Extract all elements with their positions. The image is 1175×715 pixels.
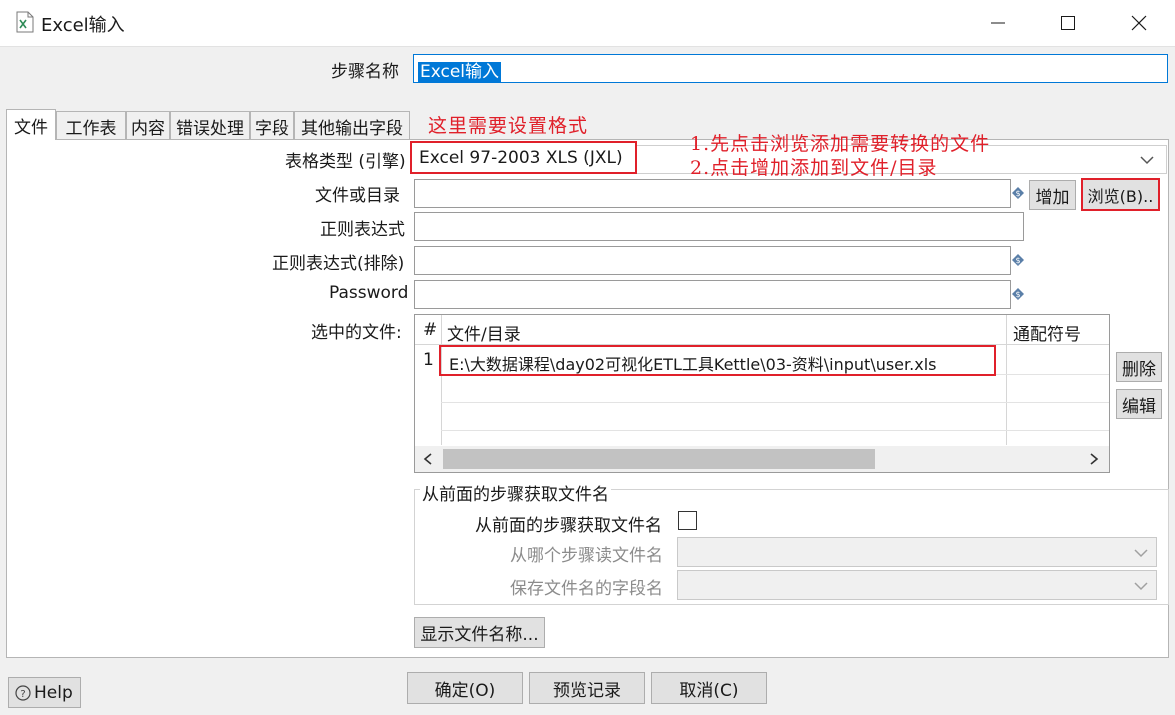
tab-file[interactable]: 文件 <box>6 109 56 140</box>
row-path: E:\大数据课程\day02可视化ETL工具Kettle\03-资料\input… <box>449 355 937 374</box>
delete-button[interactable]: 删除 <box>1116 352 1162 382</box>
chevron-down-icon <box>1140 156 1154 165</box>
tab-content[interactable]: 内容 <box>126 111 170 140</box>
variable-icon: $ <box>1012 187 1024 199</box>
step-to-read-select[interactable] <box>677 537 1157 567</box>
annotation-step-2: 2.点击增加添加到文件/目录 <box>690 157 938 179</box>
variable-icon: $ <box>1012 254 1024 266</box>
ok-button[interactable]: 确定(O) <box>407 672 523 704</box>
grid-line <box>441 315 442 445</box>
step-name-input[interactable]: Excel输入 <box>413 54 1168 83</box>
spreadsheet-type-value: Excel 97-2003 XLS (JXL) <box>419 148 623 168</box>
step-to-read-label: 从哪个步骤读文件名 <box>510 546 663 566</box>
selected-files-label: 选中的文件: <box>311 323 402 343</box>
annotation-step-1: 1.先点击浏览添加需要转换的文件 <box>690 133 991 155</box>
chevron-left-icon[interactable] <box>423 453 433 465</box>
grid-line <box>441 402 1109 403</box>
from-previous-checkbox-label: 从前面的步骤获取文件名 <box>475 516 662 536</box>
field-holding-label: 保存文件名的字段名 <box>510 579 663 599</box>
grid-line <box>1006 315 1007 445</box>
scrollbar-thumb[interactable] <box>443 449 875 469</box>
tab-additional-output-fields[interactable]: 其他输出字段 <box>294 111 410 140</box>
svg-text:$: $ <box>1015 189 1020 198</box>
regex-label: 正则表达式 <box>320 220 405 240</box>
password-label: Password <box>329 283 409 303</box>
title-bar: Excel输入 <box>0 0 1175 46</box>
maximize-button[interactable] <box>1045 6 1091 40</box>
from-previous-checkbox[interactable] <box>678 511 697 530</box>
preview-button[interactable]: 预览记录 <box>529 672 645 704</box>
help-button[interactable]: ? Help <box>8 677 81 708</box>
column-header-path[interactable]: 文件/目录 <box>447 320 521 345</box>
close-button[interactable] <box>1116 6 1162 40</box>
help-icon: ? <box>15 684 31 701</box>
window-title: Excel输入 <box>41 15 125 36</box>
annotation-format-note: 这里需要设置格式 <box>428 115 589 137</box>
maximize-icon <box>1061 16 1075 30</box>
cancel-button[interactable]: 取消(C) <box>651 672 767 704</box>
minimize-icon <box>991 22 1005 24</box>
tab-error-handling[interactable]: 错误处理 <box>170 111 250 140</box>
close-icon <box>1131 15 1147 31</box>
active-tab-joiner <box>7 138 55 141</box>
variable-icon: $ <box>1012 288 1024 300</box>
table-row[interactable]: E:\大数据课程\day02可视化ETL工具Kettle\03-资料\input… <box>439 345 996 376</box>
add-button[interactable]: 增加 <box>1029 180 1076 210</box>
chevron-right-icon[interactable] <box>1089 453 1099 465</box>
browse-button[interactable]: 浏览(B).. <box>1081 178 1160 211</box>
tab-fields[interactable]: 字段 <box>250 111 294 140</box>
svg-text:?: ? <box>20 689 25 700</box>
regex-exclude-input[interactable] <box>414 246 1011 275</box>
excel-file-icon <box>16 11 34 33</box>
regex-exclude-label: 正则表达式(排除) <box>272 254 405 274</box>
regex-input[interactable] <box>414 212 1024 241</box>
tab-sheets[interactable]: 工作表 <box>56 111 126 140</box>
horizontal-scrollbar[interactable] <box>415 446 1109 472</box>
step-name-value: Excel输入 <box>418 62 502 82</box>
column-header-wildcard[interactable]: 通配符号 <box>1013 320 1081 345</box>
file-or-dir-input[interactable] <box>414 179 1011 208</box>
svg-text:$: $ <box>1015 256 1020 265</box>
selected-files-table[interactable]: # 文件/目录 通配符号 1 E:\大数据课程\day02可视化ETL工具Ket… <box>414 314 1110 473</box>
password-input[interactable] <box>414 280 1011 309</box>
spreadsheet-type-label: 表格类型 (引擎) <box>285 152 406 172</box>
svg-text:$: $ <box>1015 290 1020 299</box>
minimize-button[interactable] <box>975 6 1021 40</box>
edit-button[interactable]: 编辑 <box>1116 389 1162 419</box>
show-filenames-button[interactable]: 显示文件名称... <box>414 617 545 648</box>
chevron-down-icon <box>1134 582 1148 591</box>
column-header-index[interactable]: # <box>423 320 437 340</box>
annotation-box-spreadsheet-type: Excel 97-2003 XLS (JXL) <box>410 141 637 174</box>
group-title: 从前面的步骤获取文件名 <box>420 480 611 505</box>
grid-line <box>441 430 1109 431</box>
file-or-dir-label: 文件或目录 <box>315 186 400 206</box>
row-index: 1 <box>423 350 434 370</box>
step-name-label: 步骤名称 <box>331 62 399 82</box>
chevron-down-icon <box>1134 549 1148 558</box>
field-holding-select[interactable] <box>677 570 1157 600</box>
